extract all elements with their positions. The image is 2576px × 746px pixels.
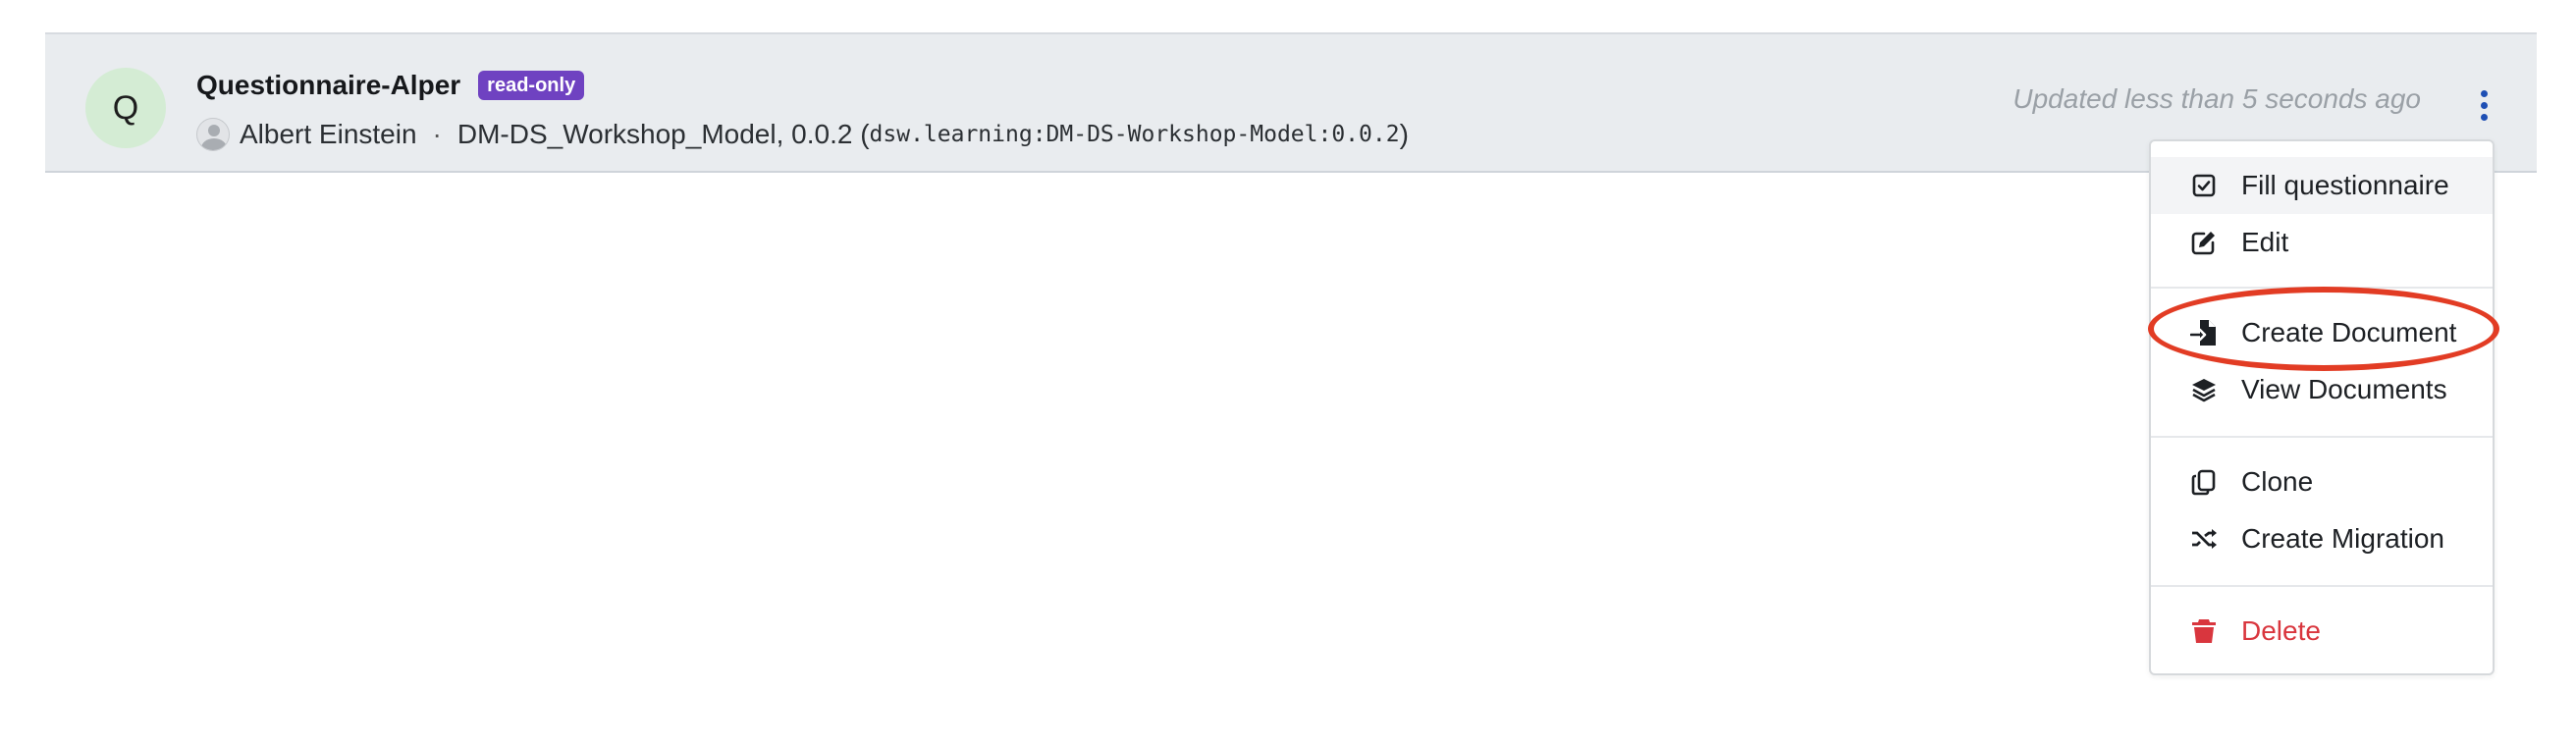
menu-item-label: View Documents	[2241, 374, 2447, 404]
questionnaire-avatar: Q	[85, 68, 166, 148]
menu-item-clone[interactable]: Clone	[2151, 453, 2493, 510]
menu-item-view-documents[interactable]: View Documents	[2151, 361, 2493, 418]
menu-item-label: Fill questionnaire	[2241, 170, 2449, 200]
menu-item-delete[interactable]: Delete	[2151, 603, 2493, 660]
menu-item-create-migration[interactable]: Create Migration	[2151, 510, 2493, 567]
package-id: dsw.learning:DM-DS-Workshop-Model:0.0.2	[869, 122, 1400, 147]
menu-item-label: Clone	[2241, 466, 2314, 497]
menu-item-label: Delete	[2241, 615, 2321, 646]
actions-dropdown-menu: Fill questionnaire Edit Create Document …	[2149, 139, 2495, 675]
menu-divider	[2151, 287, 2493, 289]
menu-item-label: Create Document	[2241, 317, 2457, 347]
copy-icon	[2188, 466, 2220, 498]
more-actions-kebab-icon[interactable]	[2472, 78, 2496, 133]
menu-item-fill-questionnaire[interactable]: Fill questionnaire	[2151, 157, 2493, 214]
check-square-icon	[2188, 170, 2220, 201]
menu-item-edit[interactable]: Edit	[2151, 214, 2493, 271]
file-import-icon	[2188, 317, 2220, 348]
package-name: DM-DS_Workshop_Model, 0.0.2	[456, 119, 853, 149]
avatar-letter: Q	[112, 88, 139, 127]
read-only-badge: read-only	[478, 71, 585, 100]
user-avatar-icon	[196, 118, 230, 151]
shuffle-icon	[2188, 523, 2220, 555]
menu-item-label: Edit	[2241, 227, 2289, 257]
owner-name: Albert Einstein	[240, 119, 417, 149]
layers-icon	[2188, 374, 2220, 405]
package-id-close-paren: )	[1399, 119, 1409, 149]
questionnaire-title-link[interactable]: Questionnaire-Alper	[196, 70, 460, 101]
menu-divider	[2151, 436, 2493, 438]
meta-separator: ·	[432, 119, 442, 149]
title-line: Questionnaire-Alper read-only	[196, 64, 585, 107]
updated-timestamp: Updated less than 5 seconds ago	[2012, 83, 2421, 114]
trash-icon	[2188, 615, 2220, 647]
menu-divider	[2151, 585, 2493, 587]
package-id-open-paren: (	[852, 119, 870, 149]
questionnaire-meta: Albert Einstein · DM-DS_Workshop_Model, …	[196, 113, 1409, 156]
menu-item-create-document[interactable]: Create Document	[2151, 304, 2493, 361]
edit-icon	[2188, 227, 2220, 258]
menu-item-label: Create Migration	[2241, 523, 2444, 554]
